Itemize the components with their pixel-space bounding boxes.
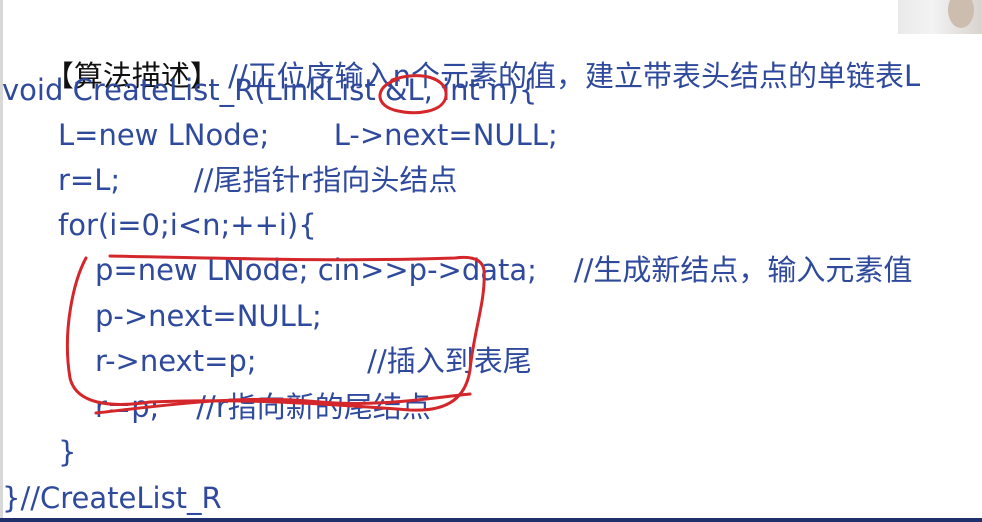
code-line-8: r->next=p; //插入到表尾 bbox=[95, 344, 532, 378]
code-line-3: L=new LNode; L->next=NULL; bbox=[58, 118, 558, 152]
presenter-webcam-thumbnail bbox=[898, 0, 982, 34]
slide-bottom-border bbox=[0, 518, 982, 522]
code-line-7: p->next=NULL; bbox=[95, 299, 322, 333]
code-line-10: } bbox=[58, 435, 77, 469]
code-line-6: p=new LNode; cin>>p->data; //生成新结点，输入元素值 bbox=[95, 253, 913, 287]
code-line-5: for(i=0;i<n;++i){ bbox=[58, 208, 317, 242]
slide: 【算法描述】 //正位序输入n个元素的值，建立带表头结点的单链表L void C… bbox=[0, 0, 982, 522]
presenter-face bbox=[948, 0, 974, 28]
code-line-2: void CreateList_R(LinkList &L, int n){ bbox=[2, 73, 538, 107]
code-line-9: r=p; //r指向新的尾结点 bbox=[95, 390, 431, 424]
code-line-11: }//CreateList_R bbox=[2, 481, 222, 515]
code-line-4: r=L; //尾指针r指向头结点 bbox=[58, 163, 458, 197]
